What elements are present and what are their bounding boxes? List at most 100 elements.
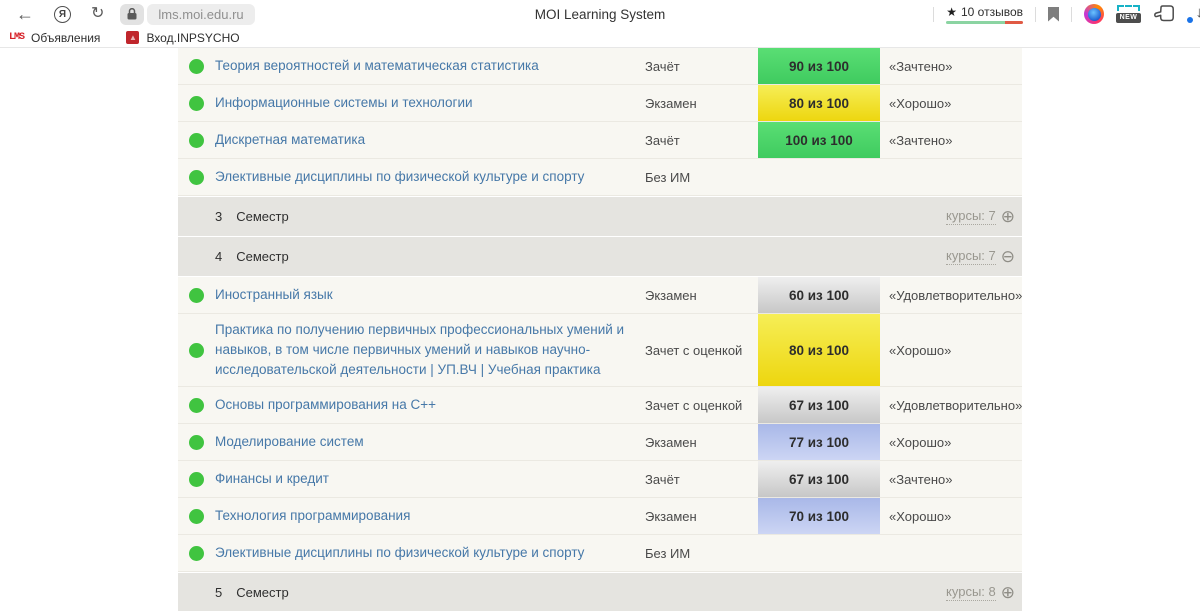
course-link[interactable]: Дискретная математика	[215, 130, 365, 150]
rating-bar-positive	[946, 21, 1004, 24]
status-cell	[178, 314, 215, 386]
status-cell	[178, 424, 215, 460]
status-cell	[178, 498, 215, 534]
rating-bar	[946, 21, 1023, 24]
course-row: Технология программирования Экзамен70 из …	[178, 498, 1022, 535]
exam-type-label: Зачет с оценкой	[645, 314, 758, 386]
grade-label: «Удовлетворительно»	[880, 387, 1022, 423]
address-bar[interactable]: lms.moi.edu.ru	[120, 4, 254, 25]
score-badge: 90 из 100	[758, 48, 880, 84]
course-row: Финансы и кредитЗачёт67 из 100«Зачтено»	[178, 461, 1022, 498]
course-link[interactable]: Теория вероятностей и математическая ста…	[215, 56, 539, 76]
grade-label	[880, 159, 1022, 195]
reviews-count-label: 10 отзывов	[961, 5, 1023, 19]
refresh-button[interactable]: ↻	[91, 6, 104, 22]
site-reviews-widget[interactable]: ★ 10 отзывов	[946, 5, 1023, 24]
status-cell	[178, 277, 215, 313]
expand-plus-icon[interactable]: ⊕	[1001, 208, 1015, 225]
course-link[interactable]: Моделирование систем	[215, 432, 364, 452]
course-name-cell: Дискретная математика	[215, 122, 645, 158]
course-row: Информационные системы и технологииЭкзам…	[178, 85, 1022, 122]
course-name-cell: Моделирование систем	[215, 424, 645, 460]
exam-type-label: Без ИМ	[645, 159, 758, 195]
semester-row[interactable]: 4Семестр курсы: 7 ⊖	[178, 237, 1022, 276]
lms-favicon: LMS	[9, 32, 24, 43]
status-dot-icon	[189, 472, 204, 487]
status-cell	[178, 48, 215, 84]
score-badge: 60 из 100	[758, 277, 880, 313]
toolbar-right-cluster: ★ 10 отзывов NEW ↓	[933, 0, 1200, 28]
grade-label: «Зачтено»	[880, 461, 1022, 497]
status-dot-icon	[189, 59, 204, 74]
glove-icon[interactable]	[1153, 5, 1175, 24]
extension-icon[interactable]	[1084, 4, 1104, 24]
course-link[interactable]: Иностранный язык	[215, 285, 333, 305]
status-dot-icon	[189, 170, 204, 185]
yandex-home-button[interactable]: Я	[54, 6, 71, 23]
screenshot-new-icon[interactable]: NEW	[1116, 5, 1141, 23]
semester-controls: курсы: 8 ⊕	[946, 584, 1015, 601]
course-name-cell: Практика по получению первичных професси…	[215, 314, 645, 386]
grades-table: Теория вероятностей и математическая ста…	[178, 48, 1022, 611]
rating-bar-negative	[1005, 21, 1023, 24]
browser-toolbar: ← Я ↻ lms.moi.edu.ru MOI Learning System…	[0, 0, 1200, 28]
status-dot-icon	[189, 343, 204, 358]
status-cell	[178, 85, 215, 121]
score-badge: 80 из 100	[758, 85, 880, 121]
status-dot-icon	[189, 509, 204, 524]
course-row: Элективные дисциплины по физической куль…	[178, 535, 1022, 572]
status-cell	[178, 159, 215, 195]
course-row: Иностранный языкЭкзамен60 из 100«Удовлет…	[178, 277, 1022, 314]
status-cell	[178, 461, 215, 497]
course-link[interactable]: Элективные дисциплины по физической куль…	[215, 167, 584, 187]
collapse-minus-icon[interactable]: ⊖	[1001, 248, 1015, 265]
status-cell	[178, 387, 215, 423]
bookmark-item-announcements[interactable]: LMS Объявления	[9, 31, 100, 45]
semester-row[interactable]: 5Семестркурсы: 8⊕	[178, 573, 1022, 611]
course-row: Основы программирования на C++Зачет с оц…	[178, 387, 1022, 424]
inpsycho-favicon: ▲	[126, 31, 139, 44]
score-badge: 70 из 100	[758, 498, 880, 534]
semester-number: 3	[215, 209, 222, 224]
course-link[interactable]: Финансы и кредит	[215, 469, 329, 489]
course-name-cell: Основы программирования на C++	[215, 387, 645, 423]
courses-count-link[interactable]: курсы: 7	[946, 248, 996, 265]
bookmark-item-inpsycho[interactable]: ▲ Вход.INPSYCHO	[126, 31, 239, 45]
semester-label: Семестр	[236, 249, 288, 264]
semester-title: 4Семестр	[215, 249, 289, 264]
download-icon[interactable]: ↓	[1187, 4, 1200, 24]
semester-number: 5	[215, 585, 222, 600]
lock-icon[interactable]	[120, 4, 144, 25]
score-badge	[758, 535, 880, 571]
course-link[interactable]: Практика по получению первичных професси…	[215, 320, 631, 381]
bookmark-flag-icon[interactable]	[1048, 7, 1059, 22]
exam-type-label: Без ИМ	[645, 535, 758, 571]
course-row: Практика по получению первичных професси…	[178, 314, 1022, 387]
semester-row[interactable]: 3Семестркурсы: 7⊕	[178, 197, 1022, 236]
course-link[interactable]: Элективные дисциплины по физической куль…	[215, 543, 584, 563]
expand-plus-icon[interactable]: ⊕	[1001, 584, 1015, 601]
score-badge: 67 из 100	[758, 461, 880, 497]
url-text[interactable]: lms.moi.edu.ru	[147, 4, 254, 25]
grade-label: «Хорошо»	[880, 424, 1022, 460]
grade-label: «Хорошо»	[880, 85, 1022, 121]
courses-count-link[interactable]: курсы: 7	[946, 208, 996, 225]
grade-label: «Зачтено»	[880, 122, 1022, 158]
grade-label: «Хорошо»	[880, 314, 1022, 386]
status-dot-icon	[189, 96, 204, 111]
course-link[interactable]: Технология программирования	[215, 506, 410, 526]
divider	[1035, 7, 1036, 22]
bookmark-label: Объявления	[31, 31, 100, 45]
course-link[interactable]: Основы программирования на C++	[215, 395, 436, 415]
back-button[interactable]: ←	[16, 5, 34, 23]
exam-type-label: Экзамен	[645, 498, 758, 534]
grade-label: «Удовлетворительно»	[880, 277, 1022, 313]
semester-controls: курсы: 7 ⊕	[946, 208, 1015, 225]
status-dot-icon	[189, 398, 204, 413]
course-name-cell: Элективные дисциплины по физической куль…	[215, 159, 645, 195]
bookmark-label: Вход.INPSYCHO	[146, 31, 239, 45]
course-name-cell: Теория вероятностей и математическая ста…	[215, 48, 645, 84]
courses-count-link[interactable]: курсы: 8	[946, 584, 996, 601]
course-link[interactable]: Информационные системы и технологии	[215, 93, 473, 113]
star-icon: ★	[946, 5, 957, 19]
